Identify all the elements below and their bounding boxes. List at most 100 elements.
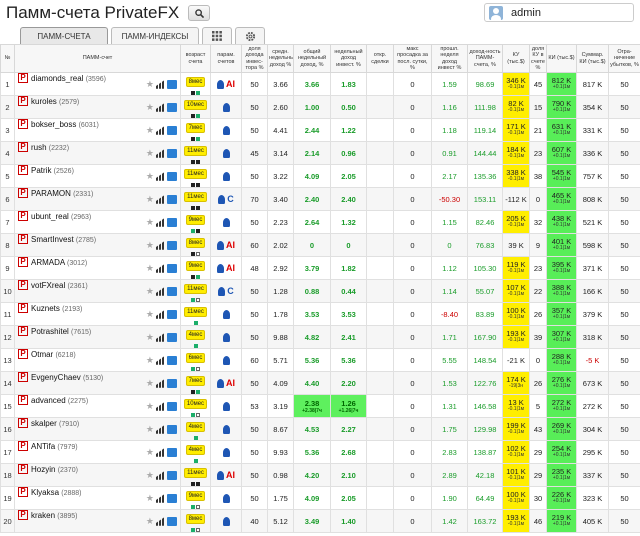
chart-icon[interactable] <box>167 217 177 227</box>
tab-settings[interactable] <box>235 27 265 44</box>
favorite-star-icon[interactable]: ★ <box>146 470 154 480</box>
account-link[interactable]: bokser_boss (6031) <box>31 120 99 129</box>
favorite-star-icon[interactable]: ★ <box>146 194 154 204</box>
chart-icon[interactable] <box>167 424 177 434</box>
signal-bars-icon[interactable] <box>156 355 165 365</box>
column-header[interactable]: парам. счетов <box>210 44 242 73</box>
column-header[interactable]: откр. сделки <box>366 44 394 73</box>
signal-bars-icon[interactable] <box>156 148 165 158</box>
tab-pamm-indexes[interactable]: ПАММ-ИНДЕКСЫ <box>111 27 199 44</box>
account-link[interactable]: Klyaksa (2888) <box>31 488 81 497</box>
account-link[interactable]: SmartInvest (2785) <box>31 235 96 244</box>
favorite-star-icon[interactable]: ★ <box>146 424 154 434</box>
column-header[interactable]: возраст счета <box>180 44 211 73</box>
column-header[interactable]: доля дохода инвес-тора % <box>241 44 268 73</box>
column-header[interactable]: недельный доход инвест. % <box>330 44 367 73</box>
favorite-star-icon[interactable]: ★ <box>146 102 154 112</box>
signal-bars-icon[interactable] <box>156 378 165 388</box>
table-row[interactable]: 13 P Otmar (6218) ★ 6мес 60 5.71 5.36 5.36 0 5.55 1… <box>0 348 640 372</box>
chart-icon[interactable] <box>167 401 177 411</box>
signal-bars-icon[interactable] <box>156 79 165 89</box>
favorite-star-icon[interactable]: ★ <box>146 171 154 181</box>
signal-bars-icon[interactable] <box>156 194 165 204</box>
signal-bars-icon[interactable] <box>156 240 165 250</box>
column-header[interactable]: прошл. неделя доход инвест % <box>431 44 468 73</box>
chart-icon[interactable] <box>167 332 177 342</box>
chart-icon[interactable] <box>167 125 177 135</box>
table-row[interactable]: 18 P Hozyin (2370) ★ 11мес AI 50 0.98 4.20 2.10 0 2… <box>0 463 640 487</box>
signal-bars-icon[interactable] <box>156 493 165 503</box>
table-row[interactable]: 7 Pubunt_real (2963) ★ 9мес 50 2.23 2.64 1.32 0 1… <box>0 210 640 234</box>
favorite-star-icon[interactable]: ★ <box>146 79 154 89</box>
account-link[interactable]: rush (2232) <box>31 143 69 152</box>
table-row[interactable]: 20 Pkraken (3895) ★ 8мес 40 5.12 3.49 1.40 0 1.42… <box>0 509 640 533</box>
table-row[interactable]: 11 P Kuznets (2193) ★ 11мес 50 1.78 3.53 3.53 0 -8… <box>0 302 640 326</box>
account-link[interactable]: Potrashitel (7615) <box>31 327 91 336</box>
signal-bars-icon[interactable] <box>156 424 165 434</box>
chart-icon[interactable] <box>167 102 177 112</box>
table-row[interactable]: 1 Pdiamonds_real (3596) ★ 8мес AI 50 3.66 3.66 1… <box>0 72 640 96</box>
favorite-star-icon[interactable]: ★ <box>146 240 154 250</box>
favorite-star-icon[interactable]: ★ <box>146 355 154 365</box>
signal-bars-icon[interactable] <box>156 102 165 112</box>
chart-icon[interactable] <box>167 493 177 503</box>
signal-bars-icon[interactable] <box>156 309 165 319</box>
signal-bars-icon[interactable] <box>156 470 165 480</box>
chart-icon[interactable] <box>167 447 177 457</box>
chart-icon[interactable] <box>167 171 177 181</box>
column-header[interactable]: общий недельный доход, % <box>293 44 331 73</box>
favorite-star-icon[interactable]: ★ <box>146 516 154 526</box>
column-header[interactable]: доля КУ в счете % <box>529 44 547 73</box>
table-row[interactable]: 4 Prush (2232) ★ 11мес 45 3.14 2.14 0.96 0 0.91 14… <box>0 141 640 165</box>
column-header[interactable]: Огра-ничение убытков, % <box>608 44 640 73</box>
account-link[interactable]: advanced (2275) <box>31 396 88 405</box>
column-header[interactable]: КУ (тыс.$) <box>502 44 530 73</box>
signal-bars-icon[interactable] <box>156 401 165 411</box>
chart-icon[interactable] <box>167 263 177 273</box>
table-row[interactable]: 3 Pbokser_boss (6031) ★ 7мес 50 4.41 2.44 1.22 0… <box>0 118 640 142</box>
search-button[interactable] <box>188 5 211 21</box>
favorite-star-icon[interactable]: ★ <box>146 286 154 296</box>
chart-icon[interactable] <box>167 355 177 365</box>
chart-icon[interactable] <box>167 286 177 296</box>
signal-bars-icon[interactable] <box>156 263 165 273</box>
column-header[interactable]: доход-ность ПАММ-счета, % <box>467 44 503 73</box>
table-row[interactable]: 8 P SmartInvest (2785) ★ 8мес AI 60 2.02 0 0 0 0 76.… <box>0 233 640 257</box>
account-link[interactable]: Otmar (6218) <box>31 350 76 359</box>
account-link[interactable]: Kuznets (2193) <box>31 304 82 313</box>
signal-bars-icon[interactable] <box>156 217 165 227</box>
tab-pamm-accounts[interactable]: ПАММ-СЧЕТА <box>20 27 108 44</box>
chart-icon[interactable] <box>167 194 177 204</box>
account-link[interactable]: kuroles (2579) <box>31 97 79 106</box>
account-link[interactable]: PARAMON (2331) <box>31 189 93 198</box>
signal-bars-icon[interactable] <box>156 125 165 135</box>
table-row[interactable]: 14 P EvgenyChaev (5130) ★ 7мес AI 50 4.09 4.40 2.… <box>0 371 640 395</box>
favorite-star-icon[interactable]: ★ <box>146 148 154 158</box>
table-row[interactable]: 19 P Klyaksa (2888) ★ 9мес 50 1.75 4.09 2.05 0 1.9… <box>0 486 640 510</box>
account-link[interactable]: diamonds_real (3596) <box>31 74 106 83</box>
account-link[interactable]: skalper (7910) <box>31 419 79 428</box>
table-row[interactable]: 15 Padvanced (2275) ★ 10мес 53 3.19 2.38 +2.38|… <box>0 394 640 418</box>
account-link[interactable]: ubunt_real (2963) <box>31 212 91 221</box>
account-link[interactable]: Hozyin (2370) <box>31 465 78 474</box>
account-link[interactable]: EvgenyChaev (5130) <box>31 373 103 382</box>
tab-grid-view[interactable] <box>202 27 232 44</box>
account-link[interactable]: Patrik (2526) <box>31 166 74 175</box>
chart-icon[interactable] <box>167 470 177 480</box>
column-header[interactable]: средн. недельный доход % <box>267 44 294 73</box>
account-link[interactable]: ARMADA (3012) <box>31 258 87 267</box>
chart-icon[interactable] <box>167 240 177 250</box>
signal-bars-icon[interactable] <box>156 286 165 296</box>
signal-bars-icon[interactable] <box>156 171 165 181</box>
user-menu[interactable]: admin <box>484 3 634 22</box>
favorite-star-icon[interactable]: ★ <box>146 493 154 503</box>
chart-icon[interactable] <box>167 79 177 89</box>
table-row[interactable]: 9 P ARMADA (3012) ★ 9мес AI 48 2.92 3.79 1.82 0 1.1… <box>0 256 640 280</box>
favorite-star-icon[interactable]: ★ <box>146 125 154 135</box>
chart-icon[interactable] <box>167 148 177 158</box>
chart-icon[interactable] <box>167 378 177 388</box>
table-row[interactable]: 6 P PARAMON (2331) ★ 11мес C 70 3.40 2.40 2.40 0 -5… <box>0 187 640 211</box>
chart-icon[interactable] <box>167 516 177 526</box>
table-row[interactable]: 16 Pskalper (7910) ★ 4мес 50 8.67 4.53 2.27 0 1.7… <box>0 417 640 441</box>
table-row[interactable]: 5 P Patrik (2526) ★ 11мес 50 3.22 4.09 2.05 0 2.17… <box>0 164 640 188</box>
